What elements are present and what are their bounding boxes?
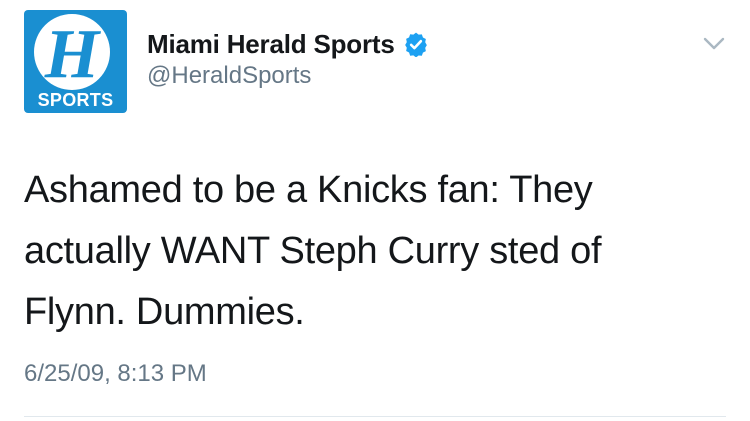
avatar-label: SPORTS: [37, 90, 114, 110]
tweet-card: H SPORTS Miami Herald Sports @HeraldSpor…: [0, 0, 750, 421]
tweet-text: Ashamed to be a Knicks fan: They actuall…: [24, 160, 714, 343]
chevron-down-icon[interactable]: [703, 36, 725, 52]
herald-h-logo-icon: H: [44, 19, 102, 85]
display-name-row: Miami Herald Sports: [147, 26, 429, 62]
svg-text:H: H: [44, 19, 102, 85]
tweet-text-line: Flynn. Dummies.: [24, 291, 305, 333]
divider: [24, 416, 726, 417]
tweet-text-line: Ashamed to be a Knicks fan: They: [24, 169, 593, 211]
tweet-text-line: actually WANT Steph Curry sted of: [24, 230, 602, 272]
account-handle[interactable]: @HeraldSports: [147, 62, 311, 90]
display-name[interactable]: Miami Herald Sports: [147, 29, 395, 60]
avatar[interactable]: H SPORTS: [24, 10, 127, 113]
avatar-logo-circle: H: [34, 14, 110, 90]
tweet-timestamp[interactable]: 6/25/09, 8:13 PM: [24, 360, 207, 388]
verified-badge-icon: [404, 32, 427, 57]
